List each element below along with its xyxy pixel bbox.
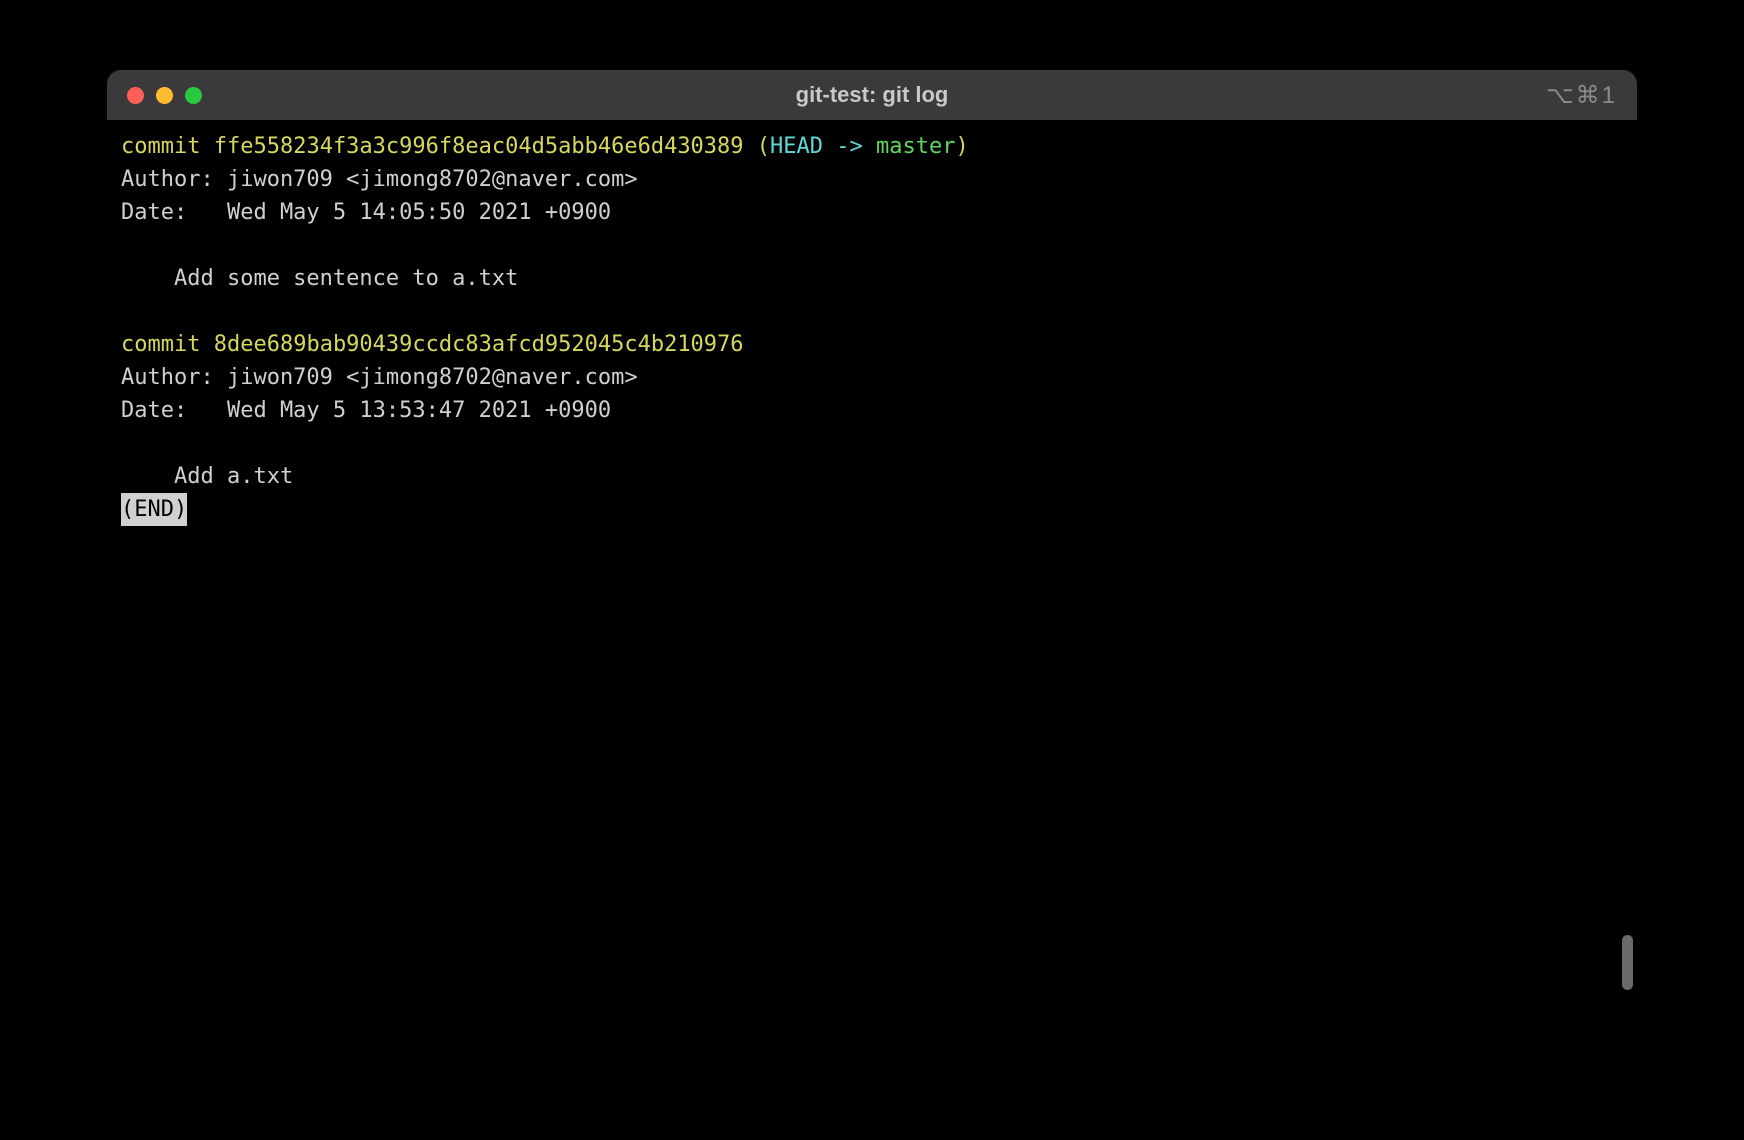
author-line: Author: jiwon709 <jimong8702@naver.com>: [121, 163, 1623, 196]
minimize-button[interactable]: [156, 87, 173, 104]
titlebar: git-test: git log ⌥⌘1: [107, 70, 1637, 120]
blank-line: [121, 295, 1623, 328]
pager-end: (END): [121, 493, 187, 526]
scrollbar-thumb[interactable]: [1622, 935, 1633, 990]
commit-hash: 8dee689bab90439ccdc83afcd952045c4b210976: [214, 332, 744, 357]
blank-line: [121, 427, 1623, 460]
blank-line: [121, 229, 1623, 262]
date-line: Date: Wed May 5 14:05:50 2021 +0900: [121, 196, 1623, 229]
terminal-window: git-test: git log ⌥⌘1 commit ffe558234f3…: [107, 70, 1637, 1000]
commit-line: commit ffe558234f3a3c996f8eac04d5abb46e6…: [121, 130, 1623, 163]
pager-end-line: (END): [121, 493, 1623, 526]
ref-close: ): [956, 134, 969, 159]
tab-indicator: ⌥⌘1: [1546, 81, 1617, 110]
date-line: Date: Wed May 5 13:53:47 2021 +0900: [121, 394, 1623, 427]
terminal-body[interactable]: commit ffe558234f3a3c996f8eac04d5abb46e6…: [107, 120, 1637, 1000]
branch-name: master: [876, 134, 955, 159]
commit-hash: ffe558234f3a3c996f8eac04d5abb46e6d430389: [214, 134, 744, 159]
close-button[interactable]: [127, 87, 144, 104]
author-line: Author: jiwon709 <jimong8702@naver.com>: [121, 361, 1623, 394]
ref-open: (: [744, 134, 771, 159]
commit-line: commit 8dee689bab90439ccdc83afcd952045c4…: [121, 328, 1623, 361]
traffic-lights: [107, 87, 202, 104]
commit-message: Add a.txt: [121, 460, 1623, 493]
commit-keyword: commit: [121, 332, 200, 357]
commit-message: Add some sentence to a.txt: [121, 262, 1623, 295]
head-ref: HEAD ->: [770, 134, 876, 159]
window-title: git-test: git log: [107, 82, 1637, 108]
maximize-button[interactable]: [185, 87, 202, 104]
commit-keyword: commit: [121, 134, 200, 159]
